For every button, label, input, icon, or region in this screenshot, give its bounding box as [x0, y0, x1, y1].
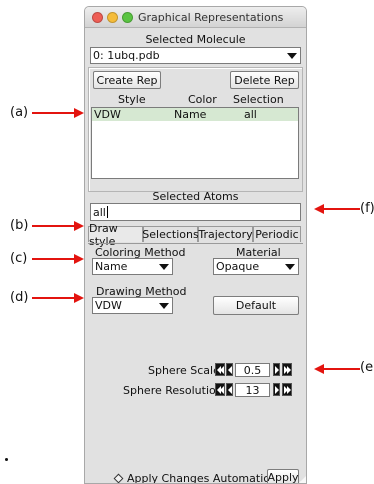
annotation-c-label: (c)	[10, 251, 28, 266]
annotation-f-label: (f)	[360, 201, 374, 216]
text-cursor	[106, 206, 108, 218]
annotation-b-arrow	[32, 221, 84, 231]
sphere-scale-label: Sphere Scale	[148, 364, 220, 377]
annotation-b-label: (b)	[10, 218, 29, 233]
tab-selections[interactable]: Selections	[142, 226, 199, 242]
tab-periodic[interactable]: Periodic	[253, 226, 301, 242]
sphere-resolution-control: 13	[215, 383, 305, 398]
close-window-icon[interactable]	[92, 12, 103, 23]
selected-atoms-input[interactable]: all	[90, 203, 301, 221]
rep-row-selection: all	[244, 108, 257, 121]
tab-divider	[88, 243, 303, 244]
drawing-method-value: VDW	[95, 299, 122, 312]
annotation-e-label: (e	[360, 360, 374, 375]
material-dropdown[interactable]: Opaque	[213, 258, 299, 275]
chevron-down-icon	[158, 300, 170, 312]
annotation-e-arrow	[314, 364, 360, 374]
chevron-down-icon	[286, 50, 298, 62]
decrement-icon[interactable]	[226, 363, 233, 376]
graphical-representations-window: Graphical Representations Selected Molec…	[84, 6, 307, 484]
drawing-method-dropdown[interactable]: VDW	[92, 297, 173, 314]
fast-increment-icon[interactable]	[282, 383, 292, 396]
sphere-scale-value[interactable]: 0.5	[235, 363, 270, 377]
chevron-down-icon	[284, 261, 296, 273]
zoom-window-icon[interactable]	[122, 12, 133, 23]
rep-row[interactable]: VDW Name all	[92, 108, 298, 121]
default-button[interactable]: Default	[213, 296, 299, 315]
selected-atoms-value: all	[93, 205, 106, 219]
decrement-icon[interactable]	[226, 383, 233, 396]
resize-grip-icon[interactable]	[297, 476, 306, 483]
coloring-method-dropdown[interactable]: Name	[92, 258, 173, 275]
sphere-resolution-value[interactable]: 13	[235, 383, 270, 397]
annotation-a-label: (a)	[10, 105, 29, 120]
representations-list[interactable]: VDW Name all	[91, 107, 299, 179]
coloring-method-value: Name	[95, 260, 128, 273]
column-header-selection: Selection	[233, 93, 284, 106]
tab-bar: Draw style Selections Trajectory Periodi…	[88, 222, 303, 248]
annotation-c-arrow	[32, 254, 84, 264]
fast-decrement-icon[interactable]	[215, 363, 225, 376]
selected-atoms-label: Selected Atoms	[152, 190, 239, 203]
rep-row-color: Name	[174, 108, 207, 121]
column-header-color: Color	[188, 93, 217, 106]
fast-decrement-icon[interactable]	[215, 383, 225, 396]
annotation-d-label: (d)	[10, 290, 29, 305]
rep-row-style: VDW	[94, 108, 121, 121]
apply-automatically-label: Apply Changes Automatically	[127, 471, 289, 484]
sphere-resolution-label: Sphere Resolution	[123, 384, 223, 397]
increment-icon[interactable]	[273, 363, 280, 376]
selected-molecule-value: 0: 1ubq.pdb	[93, 49, 160, 62]
minimize-window-icon[interactable]	[107, 12, 118, 23]
selected-molecule-label: Selected Molecule	[145, 33, 246, 46]
selected-molecule-dropdown[interactable]: 0: 1ubq.pdb	[90, 47, 301, 64]
sphere-scale-control: 0.5	[215, 363, 305, 378]
annotation-d-arrow	[32, 293, 84, 303]
chevron-down-icon	[158, 261, 170, 273]
delete-rep-button[interactable]: Delete Rep	[230, 71, 299, 89]
apply-button[interactable]: Apply	[267, 469, 299, 483]
window-title: Graphical Representations	[138, 11, 284, 24]
apply-automatically-checkbox[interactable]: Apply Changes Automatically	[113, 471, 289, 484]
increment-icon[interactable]	[273, 383, 280, 396]
diamond-radio-icon	[113, 473, 124, 483]
material-value: Opaque	[216, 260, 260, 273]
stray-dot	[5, 458, 8, 461]
column-header-style: Style	[118, 93, 146, 106]
annotation-f-arrow	[314, 204, 360, 214]
annotation-a-arrow	[32, 108, 84, 118]
fast-increment-icon[interactable]	[282, 363, 292, 376]
tab-draw-style[interactable]: Draw style	[88, 222, 143, 248]
create-rep-button[interactable]: Create Rep	[93, 71, 161, 89]
title-bar[interactable]: Graphical Representations	[85, 7, 306, 28]
tab-trajectory[interactable]: Trajectory	[198, 226, 253, 242]
